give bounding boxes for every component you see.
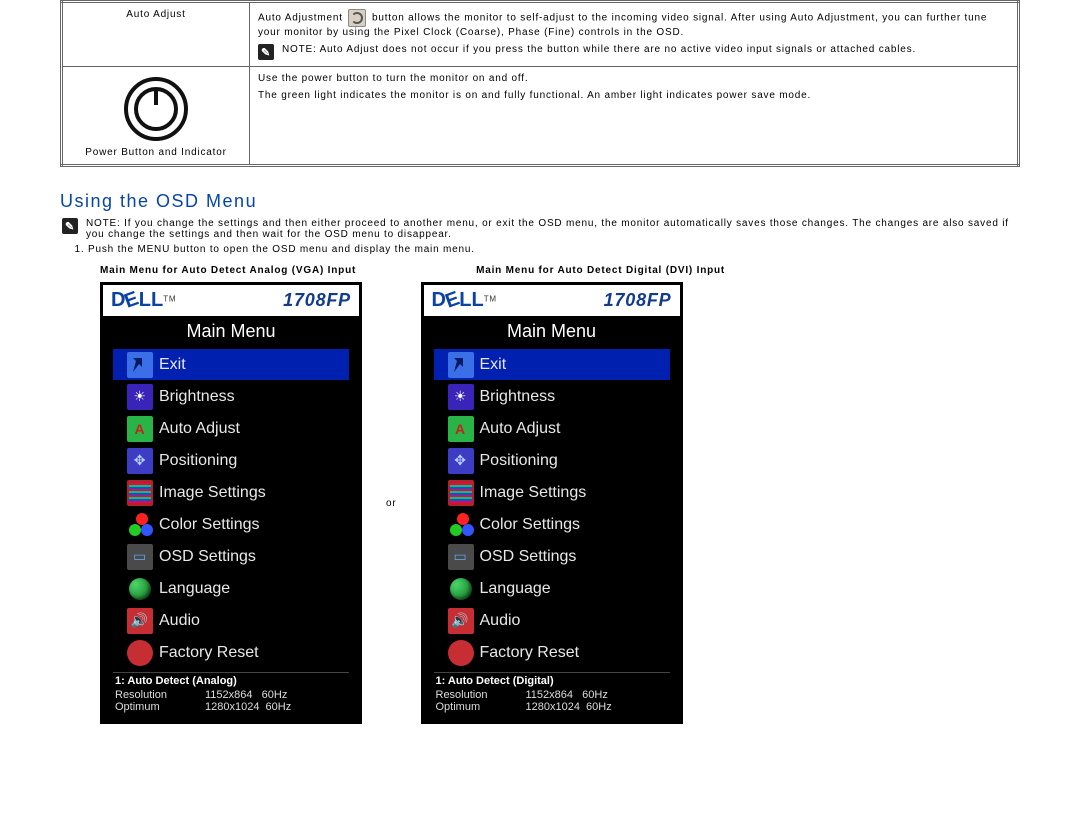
osd-settings-icon: ▭	[448, 544, 474, 570]
image-settings-icon	[127, 480, 153, 506]
osd-item-factory-reset[interactable]: Factory Reset	[113, 636, 349, 668]
brightness-icon: ☀	[127, 384, 153, 410]
color-settings-icon	[448, 512, 474, 538]
power-text-b: The green light indicates the monitor is…	[258, 90, 1009, 101]
model-label: 1708FP	[604, 290, 672, 311]
osd-item-exit[interactable]: Exit	[113, 348, 349, 380]
osd-item-image-settings[interactable]: Image Settings	[113, 476, 349, 508]
osd-item-osd-settings[interactable]: ▭OSD Settings	[113, 540, 349, 572]
osd-menu-items: Exit ☀Brightness AAuto Adjust ✥Positioni…	[424, 348, 680, 668]
note-icon: ✎	[62, 218, 78, 234]
auto-adjust-text-b: button allows the monitor to self-adjust…	[258, 13, 987, 38]
dell-logo: DELLTM	[432, 289, 497, 312]
osd-item-image-settings[interactable]: Image Settings	[434, 476, 670, 508]
exit-icon	[127, 352, 153, 378]
osd-title: Main Menu	[424, 317, 680, 348]
language-icon	[127, 576, 153, 602]
controls-table: Auto Adjust Auto Adjustment button allow…	[60, 0, 1020, 167]
section-heading: Using the OSD Menu	[60, 191, 1020, 212]
osd-item-language[interactable]: Language	[434, 572, 670, 604]
osd-item-audio[interactable]: 🔊Audio	[434, 604, 670, 636]
model-label: 1708FP	[283, 290, 351, 311]
positioning-icon: ✥	[127, 448, 153, 474]
audio-icon: 🔊	[127, 608, 153, 634]
step-1: Push the MENU button to open the OSD men…	[88, 244, 1020, 255]
auto-adjust-icon: A	[127, 416, 153, 442]
exit-icon	[448, 352, 474, 378]
osd-item-factory-reset[interactable]: Factory Reset	[434, 636, 670, 668]
auto-adjust-text-a: Auto Adjustment	[258, 13, 346, 24]
image-settings-icon	[448, 480, 474, 506]
osd-menu-items: Exit ☀Brightness AAuto Adjust ✥Positioni…	[103, 348, 359, 668]
osd-item-positioning[interactable]: ✥Positioning	[434, 444, 670, 476]
osd-footer-digital: 1: Auto Detect (Digital) Resolution1152x…	[424, 675, 680, 721]
or-label: or	[386, 498, 397, 509]
language-icon	[448, 576, 474, 602]
osd-footer-analog: 1: Auto Detect (Analog) Resolution1152x8…	[103, 675, 359, 721]
auto-adjust-label: Auto Adjust	[71, 9, 241, 20]
osd-item-exit[interactable]: Exit	[434, 348, 670, 380]
power-text-a: Use the power button to turn the monitor…	[258, 73, 1009, 84]
osd-item-color-settings[interactable]: Color Settings	[113, 508, 349, 540]
osd-top-note: NOTE: If you change the settings and the…	[86, 218, 1020, 240]
osd-item-osd-settings[interactable]: ▭OSD Settings	[434, 540, 670, 572]
osd-item-brightness[interactable]: ☀Brightness	[113, 380, 349, 412]
dell-logo: DELLTM	[111, 289, 176, 312]
brightness-icon: ☀	[448, 384, 474, 410]
auto-adjust-icon: A	[448, 416, 474, 442]
osd-item-color-settings[interactable]: Color Settings	[434, 508, 670, 540]
osd-item-auto-adjust[interactable]: AAuto Adjust	[113, 412, 349, 444]
note-icon: ✎	[258, 44, 274, 60]
caption-analog: Main Menu for Auto Detect Analog (VGA) I…	[100, 265, 356, 276]
osd-item-positioning[interactable]: ✥Positioning	[113, 444, 349, 476]
factory-reset-icon	[448, 640, 474, 666]
caption-digital: Main Menu for Auto Detect Digital (DVI) …	[476, 265, 725, 276]
auto-adjust-small-icon	[348, 9, 366, 27]
osd-item-audio[interactable]: 🔊Audio	[113, 604, 349, 636]
color-settings-icon	[127, 512, 153, 538]
osd-item-brightness[interactable]: ☀Brightness	[434, 380, 670, 412]
osd-panel-digital: DELLTM 1708FP Main Menu Exit ☀Brightness…	[421, 282, 683, 724]
factory-reset-icon	[127, 640, 153, 666]
positioning-icon: ✥	[448, 448, 474, 474]
auto-adjust-note: NOTE: Auto Adjust does not occur if you …	[282, 44, 916, 55]
osd-settings-icon: ▭	[127, 544, 153, 570]
audio-icon: 🔊	[448, 608, 474, 634]
power-icon	[124, 77, 188, 141]
power-label: Power Button and Indicator	[71, 147, 241, 158]
auto-adjust-cell: Auto Adjustment button allows the monito…	[250, 2, 1019, 67]
power-cell: Use the power button to turn the monitor…	[250, 67, 1019, 166]
osd-panel-analog: DELLTM 1708FP Main Menu Exit ☀Brightness…	[100, 282, 362, 724]
osd-item-language[interactable]: Language	[113, 572, 349, 604]
osd-title: Main Menu	[103, 317, 359, 348]
osd-item-auto-adjust[interactable]: AAuto Adjust	[434, 412, 670, 444]
